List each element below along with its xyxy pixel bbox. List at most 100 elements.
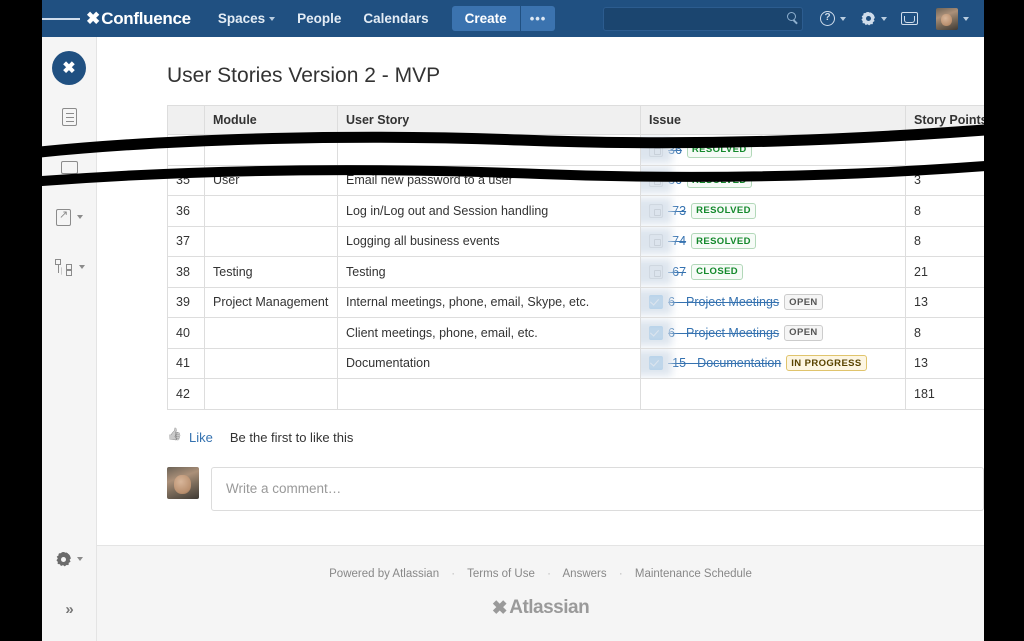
column-header-issue[interactable]: Issue xyxy=(640,105,906,135)
cell-story-points: 13 xyxy=(905,286,984,318)
chevron-down-icon xyxy=(78,265,85,269)
footer-link-answers[interactable]: Answers xyxy=(563,568,607,580)
cell-user-story: Testing xyxy=(337,256,641,288)
column-header-index[interactable] xyxy=(167,105,205,135)
profile-menu[interactable] xyxy=(925,0,976,37)
cell-story-points: 8 xyxy=(905,317,984,349)
table-row: 40 Client meetings, phone, email, etc. 6 -… xyxy=(167,317,984,349)
avatar xyxy=(936,7,958,30)
status-badge: RESOLVED xyxy=(691,202,756,219)
cell-story-points: 21 xyxy=(905,256,984,288)
blurred-issue-prefix xyxy=(641,228,672,255)
cell-user-story xyxy=(337,378,641,410)
table-body: 36 RESOLVED 35 User Email new password to a … xyxy=(167,134,984,410)
table-header-row: Module User Story Issue Story Points xyxy=(167,105,984,135)
issue-key-link[interactable]: 36 xyxy=(641,136,682,163)
status-badge: CLOSED xyxy=(691,263,744,280)
cell-story-points: 181 xyxy=(905,378,984,410)
cell-story-points: 8 xyxy=(905,195,984,227)
table-row: 38 Testing Testing -67 CLOSED 21 xyxy=(167,256,984,288)
hamburger-menu-icon[interactable] xyxy=(42,0,81,37)
issue-key-link[interactable]: 36 xyxy=(641,167,682,194)
cell-issue xyxy=(640,378,906,410)
issue-key-link[interactable]: -74 xyxy=(641,228,686,255)
chevron-down-icon xyxy=(840,16,846,21)
blurred-issue-prefix xyxy=(641,136,672,163)
issue-key-link[interactable]: 6 - Project Meetings xyxy=(641,289,779,316)
cell-issue: -15 - Documentation IN PROGRESS xyxy=(640,347,906,379)
sidebar-item-mail[interactable] xyxy=(42,149,97,185)
comment-row: Write a comment… xyxy=(97,445,984,511)
confluence-brand-label: Confluence xyxy=(101,8,191,28)
sidebar-bottom-cluster: » xyxy=(42,527,97,641)
table-row: 36 Log in/Log out and Session handling -73… xyxy=(167,195,984,227)
like-note: Be the first to like this xyxy=(229,429,354,445)
gear-icon xyxy=(56,552,71,567)
confluence-mark-icon: ✖ xyxy=(86,8,100,28)
sidebar-item-shortcuts[interactable] xyxy=(42,199,97,235)
settings-menu[interactable] xyxy=(853,0,894,37)
issue-key-link[interactable]: 6 - Project Meetings xyxy=(641,319,779,346)
cell-index: 35 xyxy=(167,164,205,196)
search-icon xyxy=(787,11,796,21)
status-badge: OPEN xyxy=(784,294,823,311)
gear-icon xyxy=(860,11,876,27)
inbox-icon xyxy=(901,12,918,25)
user-stories-table: Module User Story Issue Story Points 36 R… xyxy=(167,105,984,410)
comment-input[interactable]: Write a comment… xyxy=(211,466,984,511)
blurred-issue-prefix xyxy=(641,350,672,377)
cell-user-story: Logging all business events xyxy=(337,225,641,257)
browser-page: ✖ Confluence Spaces People Calendars Cre… xyxy=(42,0,984,641)
issue-key-link[interactable]: -73 xyxy=(641,197,686,224)
column-header-module[interactable]: Module xyxy=(204,105,338,135)
avatar xyxy=(167,466,199,499)
table-row: 42 181 xyxy=(167,378,984,410)
like-row: Like Be the first to like this xyxy=(97,410,984,445)
mail-icon xyxy=(61,160,78,174)
nav-item-calendars[interactable]: Calendars xyxy=(352,0,439,37)
cell-module: Testing xyxy=(204,256,338,288)
screenshot-root: ✖ Confluence Spaces People Calendars Cre… xyxy=(0,0,1024,641)
page-footer: Powered by Atlassian · Terms of Use · An… xyxy=(97,545,984,641)
blurred-issue-prefix xyxy=(641,289,672,316)
sidebar-item-pages[interactable] xyxy=(42,99,97,135)
footer-link-terms[interactable]: Terms of Use xyxy=(467,568,535,580)
help-menu[interactable]: ? xyxy=(813,0,853,37)
footer-link-maintenance[interactable]: Maintenance Schedule xyxy=(635,568,752,580)
chevron-double-right-icon: » xyxy=(65,600,74,618)
column-header-story-points[interactable]: Story Points xyxy=(905,105,984,135)
notifications-button[interactable] xyxy=(894,0,925,37)
status-badge: RESOLVED xyxy=(686,172,752,189)
search-input[interactable] xyxy=(603,6,803,31)
footer-links: Powered by Atlassian · Terms of Use · An… xyxy=(329,568,752,580)
issue-key-link[interactable]: -67 xyxy=(641,258,686,285)
status-badge: IN PROGRESS xyxy=(786,355,867,372)
create-more-button[interactable]: ••• xyxy=(520,6,556,31)
status-badge: RESOLVED xyxy=(691,233,756,250)
nav-item-people[interactable]: People xyxy=(286,0,352,37)
cell-module: User xyxy=(204,164,338,196)
column-header-user-story[interactable]: User Story xyxy=(337,105,641,135)
cell-issue: 6 - Project Meetings OPEN xyxy=(640,317,906,349)
space-logo-icon[interactable]: ✖ xyxy=(52,51,86,85)
sidebar-item-page-tree[interactable] xyxy=(42,249,97,285)
cell-module xyxy=(204,347,338,379)
like-button[interactable]: Like xyxy=(189,430,213,445)
cell-issue: 6 - Project Meetings OPEN xyxy=(640,286,906,318)
footer-link-powered-by[interactable]: Powered by Atlassian xyxy=(329,568,439,580)
cell-user-story: Client meetings, phone, email, etc. xyxy=(337,317,641,349)
cell-index: 37 xyxy=(167,225,205,257)
space-sidebar: ✖ » xyxy=(42,37,97,641)
sidebar-expand-button[interactable]: » xyxy=(42,591,97,627)
nav-item-spaces[interactable]: Spaces xyxy=(207,0,286,37)
footer-separator: · xyxy=(451,567,456,580)
status-badge: OPEN xyxy=(784,324,823,341)
sidebar-space-settings[interactable] xyxy=(42,541,97,577)
create-button[interactable]: Create xyxy=(451,6,520,31)
confluence-logo[interactable]: ✖ Confluence xyxy=(86,9,191,29)
chevron-down-icon xyxy=(963,16,969,21)
cell-story-points: 13 xyxy=(905,347,984,379)
issue-key-link[interactable]: -15 - Documentation xyxy=(641,350,781,377)
cell-user-story xyxy=(337,134,641,166)
cell-user-story: Internal meetings, phone, email, Skype, … xyxy=(337,286,641,318)
